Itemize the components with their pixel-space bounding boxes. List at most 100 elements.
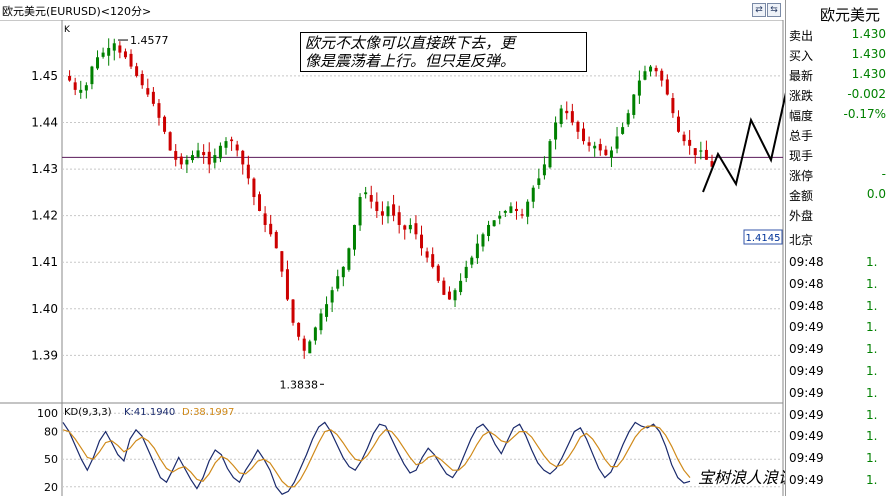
- candle-body: [302, 338, 306, 351]
- candle-body: [498, 215, 502, 219]
- candle-body: [676, 116, 680, 132]
- candle-body: [308, 341, 312, 354]
- candle-body: [632, 94, 636, 115]
- tick-time: 09:48: [789, 276, 824, 291]
- switch-button[interactable]: ⇆: [767, 3, 781, 17]
- tick-time: 09:49: [789, 407, 824, 422]
- candle-body: [503, 210, 507, 213]
- quote-value: -0.002: [847, 87, 886, 101]
- candle-body: [358, 197, 362, 226]
- candle-body: [649, 66, 653, 72]
- tick-time: 09:49: [789, 451, 824, 466]
- k-value-label: K:41.1940: [124, 407, 175, 418]
- candle-body: [565, 110, 569, 114]
- quote-label: 总手: [789, 129, 814, 143]
- candle-body: [392, 204, 396, 216]
- candle-body: [347, 248, 351, 270]
- high-label: 1.4577: [130, 34, 169, 47]
- candle-body: [369, 195, 373, 202]
- tick-value: 1.: [866, 320, 878, 335]
- candle-body: [403, 225, 407, 230]
- candle-body: [325, 304, 329, 317]
- candle-body: [202, 152, 206, 156]
- candle-body: [425, 251, 429, 258]
- candle-body: [364, 192, 368, 195]
- tick-value: 1.: [866, 429, 878, 444]
- price-tag: 1.4145: [746, 233, 781, 244]
- candle-body: [665, 79, 669, 95]
- price-tick-label: 1.45: [31, 69, 58, 83]
- candle-body: [375, 201, 379, 211]
- candle-body: [464, 266, 468, 279]
- quote-value: 1.430: [851, 67, 886, 81]
- tick-value: 1.: [866, 451, 878, 466]
- quote-value: -: [881, 167, 886, 181]
- quote-label: 现手: [789, 149, 814, 163]
- candle-body: [609, 150, 613, 158]
- candle-body: [470, 257, 474, 265]
- candle-body: [196, 150, 200, 157]
- quote-label: 最新: [789, 69, 814, 83]
- candle-body: [313, 327, 317, 341]
- note-line-1: 欧元不太像可以直接跌下去，更: [305, 34, 516, 52]
- quote-panel: 欧元美元 卖出 1.430 买入 1.430 最新 1.430 涨跌 -0.002 幅度 -0.1…: [785, 0, 887, 496]
- projection-path: [702, 92, 785, 193]
- candle-body: [280, 251, 284, 272]
- candle-body: [269, 223, 273, 235]
- quote-value: 1.430: [851, 27, 886, 41]
- candle-body: [682, 134, 686, 142]
- tick-value: 1.: [866, 364, 878, 378]
- kd-tick-label: 20: [44, 481, 58, 494]
- candle-body: [73, 82, 77, 90]
- candles: [68, 38, 714, 359]
- tick-time: 09:49: [789, 429, 824, 444]
- candle-body: [688, 139, 692, 146]
- candle-body: [352, 224, 356, 250]
- candle-body: [431, 254, 435, 267]
- candle-body: [548, 141, 552, 168]
- quote-title: 欧元美元: [820, 6, 881, 24]
- quote-label: 外盘: [789, 209, 814, 223]
- candle-body: [274, 231, 278, 249]
- kd-indicator: 20 50 80 100 KD(9,3,3) K:41.1940 D:38.1997: [0, 402, 783, 495]
- chart-title: 欧元美元(EURUSD)<120分>: [2, 5, 152, 18]
- candle-body: [699, 150, 703, 152]
- candle-body: [487, 224, 491, 237]
- candle-body: [582, 128, 586, 142]
- tick-value: 1.: [866, 385, 878, 400]
- candle-body: [129, 53, 133, 67]
- candle-body: [626, 113, 630, 125]
- candle-body: [598, 144, 602, 151]
- price-tick-label: 1.40: [31, 302, 58, 316]
- candle-body: [509, 206, 513, 213]
- candle-body: [168, 132, 172, 151]
- tick-time: 09:49: [789, 385, 824, 400]
- candle-body: [397, 212, 401, 225]
- tick-value: 1.: [866, 407, 878, 422]
- quote-label: 金额: [789, 189, 814, 203]
- candle-body: [285, 269, 289, 300]
- candle-body: [492, 220, 496, 227]
- quote-value: 1.430: [851, 47, 886, 61]
- candle-body: [218, 145, 222, 159]
- tick-time: 09:48: [789, 298, 824, 313]
- tick-time: 09:49: [789, 364, 824, 378]
- candle-body: [107, 47, 111, 56]
- quote-region: 北京: [789, 233, 814, 247]
- candle-body: [157, 103, 161, 118]
- candle-body: [151, 91, 155, 104]
- overlay: 1.4577 1.3838 1.4145: [118, 34, 785, 391]
- candle-body: [207, 151, 211, 165]
- candle-body: [542, 164, 546, 176]
- candle-body: [442, 280, 446, 295]
- title-bar: 欧元美元(EURUSD)<120分> ⇄ ⇆: [0, 0, 783, 21]
- candle-body: [101, 52, 105, 57]
- quote-label: 涨跌: [789, 89, 814, 103]
- candle-body: [554, 122, 558, 140]
- kd-label: KD(9,3,3): [64, 407, 112, 418]
- candle-body: [660, 70, 664, 81]
- candle-body: [447, 291, 451, 300]
- restore-button[interactable]: ⇄: [752, 3, 766, 17]
- candle-body: [68, 75, 72, 81]
- candle-body: [559, 108, 563, 125]
